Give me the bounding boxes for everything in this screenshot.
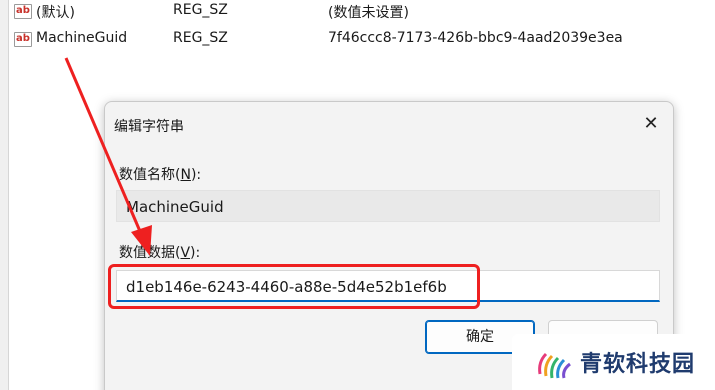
- watermark-logo-icon: [538, 352, 571, 379]
- value-name-label-end: ):: [190, 167, 202, 183]
- value-name-field[interactable]: MachineGuid: [116, 190, 660, 222]
- string-value-icon: ab: [14, 4, 32, 19]
- registry-value-row-default[interactable]: ab (默认) REG_SZ (数值未设置): [14, 0, 714, 24]
- value-data-accesskey: V: [180, 245, 191, 261]
- value-name: MachineGuid: [36, 30, 128, 46]
- value-data: 7f46ccc8-7173-426b-bbc9-4aad2039e3ea: [328, 30, 623, 46]
- dialog-titlebar[interactable]: 编辑字符串 ✕: [105, 102, 673, 146]
- value-name-label: 数值名称(N):: [119, 164, 201, 184]
- value-data-label-text: 数值数据(: [119, 245, 181, 261]
- value-data-label-end: ):: [190, 245, 201, 261]
- dialog-title: 编辑字符串: [114, 119, 184, 135]
- registry-editor-screenshot: ab (默认) REG_SZ (数值未设置) ab MachineGuid RE…: [0, 0, 715, 390]
- tree-pane-edge[interactable]: [0, 0, 9, 390]
- value-name: (默认): [36, 5, 75, 21]
- value-data: (数值未设置): [328, 5, 409, 21]
- value-name-label-text: 数值名称(: [119, 167, 181, 183]
- watermark: 青软科技园: [512, 334, 715, 390]
- value-type: REG_SZ: [173, 2, 228, 18]
- value-type: REG_SZ: [173, 30, 228, 46]
- watermark-text: 青软科技园: [580, 352, 696, 377]
- value-data-label: 数值数据(V):: [119, 242, 200, 262]
- registry-value-row-machineguid[interactable]: ab MachineGuid REG_SZ 7f46ccc8-7173-426b…: [14, 28, 714, 52]
- close-icon[interactable]: ✕: [629, 105, 673, 143]
- string-value-icon: ab: [14, 32, 32, 47]
- value-name-accesskey: N: [180, 167, 191, 183]
- red-highlight-box: [108, 264, 480, 309]
